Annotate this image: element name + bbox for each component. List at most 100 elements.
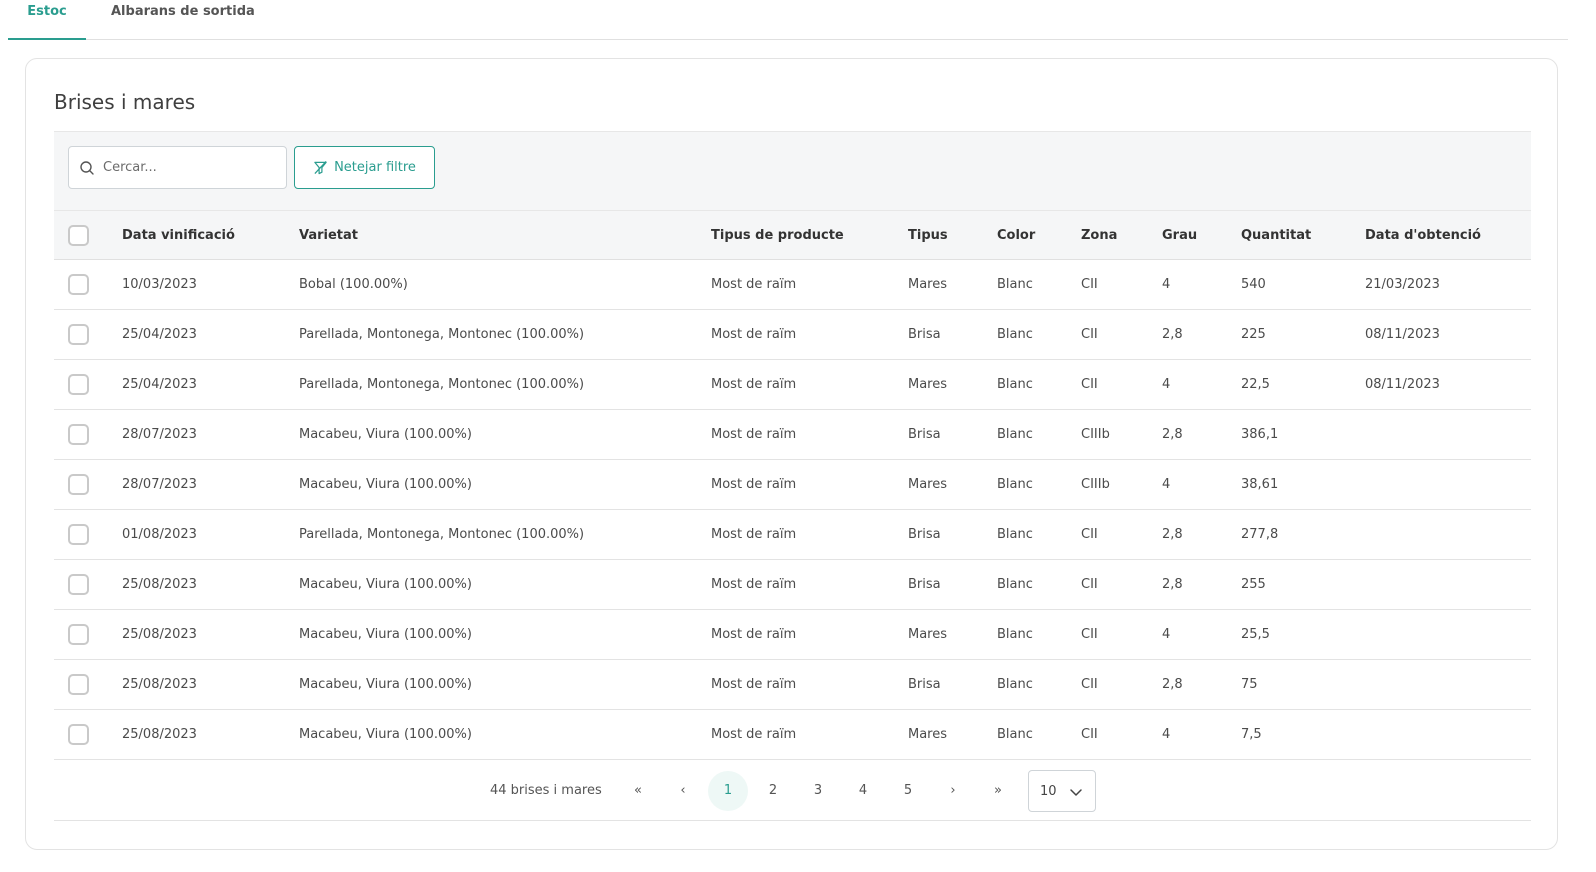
table-row[interactable]: 25/08/2023 Macabeu, Viura (100.00%) Most d… <box>54 660 1531 710</box>
cell-quantity: 225 <box>1241 327 1266 342</box>
cell-zone: CII <box>1081 327 1098 342</box>
row-checkbox[interactable] <box>68 524 89 545</box>
cell-zone: CII <box>1081 677 1098 692</box>
column-header-quantity[interactable]: Quantitat <box>1241 211 1311 261</box>
cell-quantity: 22,5 <box>1241 377 1270 392</box>
cell-quantity: 7,5 <box>1241 727 1262 742</box>
cell-grade: 2,8 <box>1162 577 1183 592</box>
tab-estoc[interactable]: Estoc <box>8 0 86 40</box>
stock-card: Brises i mares Netejar filtre Data vinif… <box>25 58 1558 850</box>
page-size-select[interactable]: 10 <box>1028 770 1096 812</box>
page-button-1[interactable]: 1 <box>708 771 748 811</box>
row-checkbox[interactable] <box>68 424 89 445</box>
column-header-obtained[interactable]: Data d'obtenció <box>1365 211 1481 261</box>
cell-obtained: 08/11/2023 <box>1365 377 1440 392</box>
cell-variety: Bobal (100.00%) <box>299 277 408 292</box>
table-row[interactable]: 10/03/2023 Bobal (100.00%) Most de raïm Mar… <box>54 260 1531 310</box>
cell-date: 25/04/2023 <box>122 377 197 392</box>
cell-obtained: 08/11/2023 <box>1365 327 1440 342</box>
column-header-color[interactable]: Color <box>997 211 1035 261</box>
cell-date: 28/07/2023 <box>122 427 197 442</box>
search-input[interactable] <box>103 148 281 187</box>
cell-type: Brisa <box>908 677 941 692</box>
row-checkbox[interactable] <box>68 624 89 645</box>
cell-product: Most de raïm <box>711 427 797 442</box>
column-header-zone[interactable]: Zona <box>1081 211 1117 261</box>
chevron-down-icon <box>1070 789 1082 796</box>
table-header: Data vinificació Varietat Tipus de produ… <box>54 210 1531 260</box>
cell-variety: Macabeu, Viura (100.00%) <box>299 427 472 442</box>
cell-grade: 2,8 <box>1162 327 1183 342</box>
cell-variety: Parellada, Montonega, Montonec (100.00%) <box>299 327 585 342</box>
pagination: 44 brises i mares « ‹ 1 2 3 4 5 › » 10 <box>54 761 1531 821</box>
cell-zone: CII <box>1081 727 1098 742</box>
cell-variety: Macabeu, Viura (100.00%) <box>299 677 472 692</box>
table-row[interactable]: 28/07/2023 Macabeu, Viura (100.00%) Most d… <box>54 410 1531 460</box>
cell-variety: Macabeu, Viura (100.00%) <box>299 627 472 642</box>
cell-product: Most de raïm <box>711 577 797 592</box>
row-checkbox[interactable] <box>68 474 89 495</box>
cell-type: Mares <box>908 627 948 642</box>
cell-variety: Parellada, Montonega, Montonec (100.00%) <box>299 527 585 542</box>
column-header-grade[interactable]: Grau <box>1162 211 1197 261</box>
table-row[interactable]: 25/04/2023 Parellada, Montonega, Montonec… <box>54 360 1531 410</box>
cell-zone: CII <box>1081 627 1098 642</box>
table-row[interactable]: 25/08/2023 Macabeu, Viura (100.00%) Most d… <box>54 710 1531 760</box>
page-button-3[interactable]: 3 <box>798 771 838 811</box>
cell-quantity: 75 <box>1241 677 1258 692</box>
cell-grade: 4 <box>1162 627 1171 642</box>
table-row[interactable]: 25/08/2023 Macabeu, Viura (100.00%) Most d… <box>54 560 1531 610</box>
cell-product: Most de raïm <box>711 727 797 742</box>
cell-grade: 4 <box>1162 377 1171 392</box>
cell-quantity: 386,1 <box>1241 427 1279 442</box>
cell-date: 01/08/2023 <box>122 527 197 542</box>
table-row[interactable]: 25/04/2023 Parellada, Montonega, Montonec… <box>54 310 1531 360</box>
cell-variety: Macabeu, Viura (100.00%) <box>299 577 472 592</box>
cell-grade: 2,8 <box>1162 527 1183 542</box>
column-header-product[interactable]: Tipus de producte <box>711 211 844 261</box>
column-header-variety[interactable]: Varietat <box>299 211 358 261</box>
filter-toolbar: Netejar filtre <box>54 131 1531 210</box>
first-page-button[interactable]: « <box>618 771 658 811</box>
page-button-5[interactable]: 5 <box>888 771 928 811</box>
column-header-type[interactable]: Tipus <box>908 211 948 261</box>
tab-albarans-de-sortida[interactable]: Albarans de sortida <box>111 0 255 40</box>
cell-type: Brisa <box>908 427 941 442</box>
cell-product: Most de raïm <box>711 477 797 492</box>
clear-filter-button[interactable]: Netejar filtre <box>294 146 435 189</box>
cell-variety: Parellada, Montonega, Montonec (100.00%) <box>299 377 585 392</box>
cell-grade: 4 <box>1162 477 1171 492</box>
row-checkbox[interactable] <box>68 574 89 595</box>
cell-product: Most de raïm <box>711 627 797 642</box>
page-button-2[interactable]: 2 <box>753 771 793 811</box>
clear-filter-label: Netejar filtre <box>334 160 416 175</box>
row-checkbox[interactable] <box>68 374 89 395</box>
cell-product: Most de raïm <box>711 377 797 392</box>
row-checkbox[interactable] <box>68 724 89 745</box>
cell-date: 25/08/2023 <box>122 727 197 742</box>
cell-grade: 2,8 <box>1162 677 1183 692</box>
row-checkbox[interactable] <box>68 674 89 695</box>
row-checkbox[interactable] <box>68 324 89 345</box>
select-all-checkbox[interactable] <box>68 225 89 246</box>
table-row[interactable]: 25/08/2023 Macabeu, Viura (100.00%) Most d… <box>54 610 1531 660</box>
cell-color: Blanc <box>997 277 1033 292</box>
prev-page-button[interactable]: ‹ <box>663 771 703 811</box>
tab-bar: Estoc Albarans de sortida <box>8 0 1568 40</box>
cell-date: 10/03/2023 <box>122 277 197 292</box>
column-header-date[interactable]: Data vinificació <box>122 211 235 261</box>
row-checkbox[interactable] <box>68 274 89 295</box>
cell-grade: 4 <box>1162 277 1171 292</box>
table-row[interactable]: 01/08/2023 Parellada, Montonega, Montonec… <box>54 510 1531 560</box>
page-button-4[interactable]: 4 <box>843 771 883 811</box>
table-row[interactable]: 28/07/2023 Macabeu, Viura (100.00%) Most d… <box>54 460 1531 510</box>
cell-zone: CII <box>1081 577 1098 592</box>
cell-zone: CIIIb <box>1081 477 1110 492</box>
cell-grade: 2,8 <box>1162 427 1183 442</box>
cell-product: Most de raïm <box>711 677 797 692</box>
next-page-button[interactable]: › <box>933 771 973 811</box>
last-page-button[interactable]: » <box>978 771 1018 811</box>
search-box <box>68 146 287 189</box>
page-title: Brises i mares <box>54 90 196 114</box>
cell-color: Blanc <box>997 527 1033 542</box>
